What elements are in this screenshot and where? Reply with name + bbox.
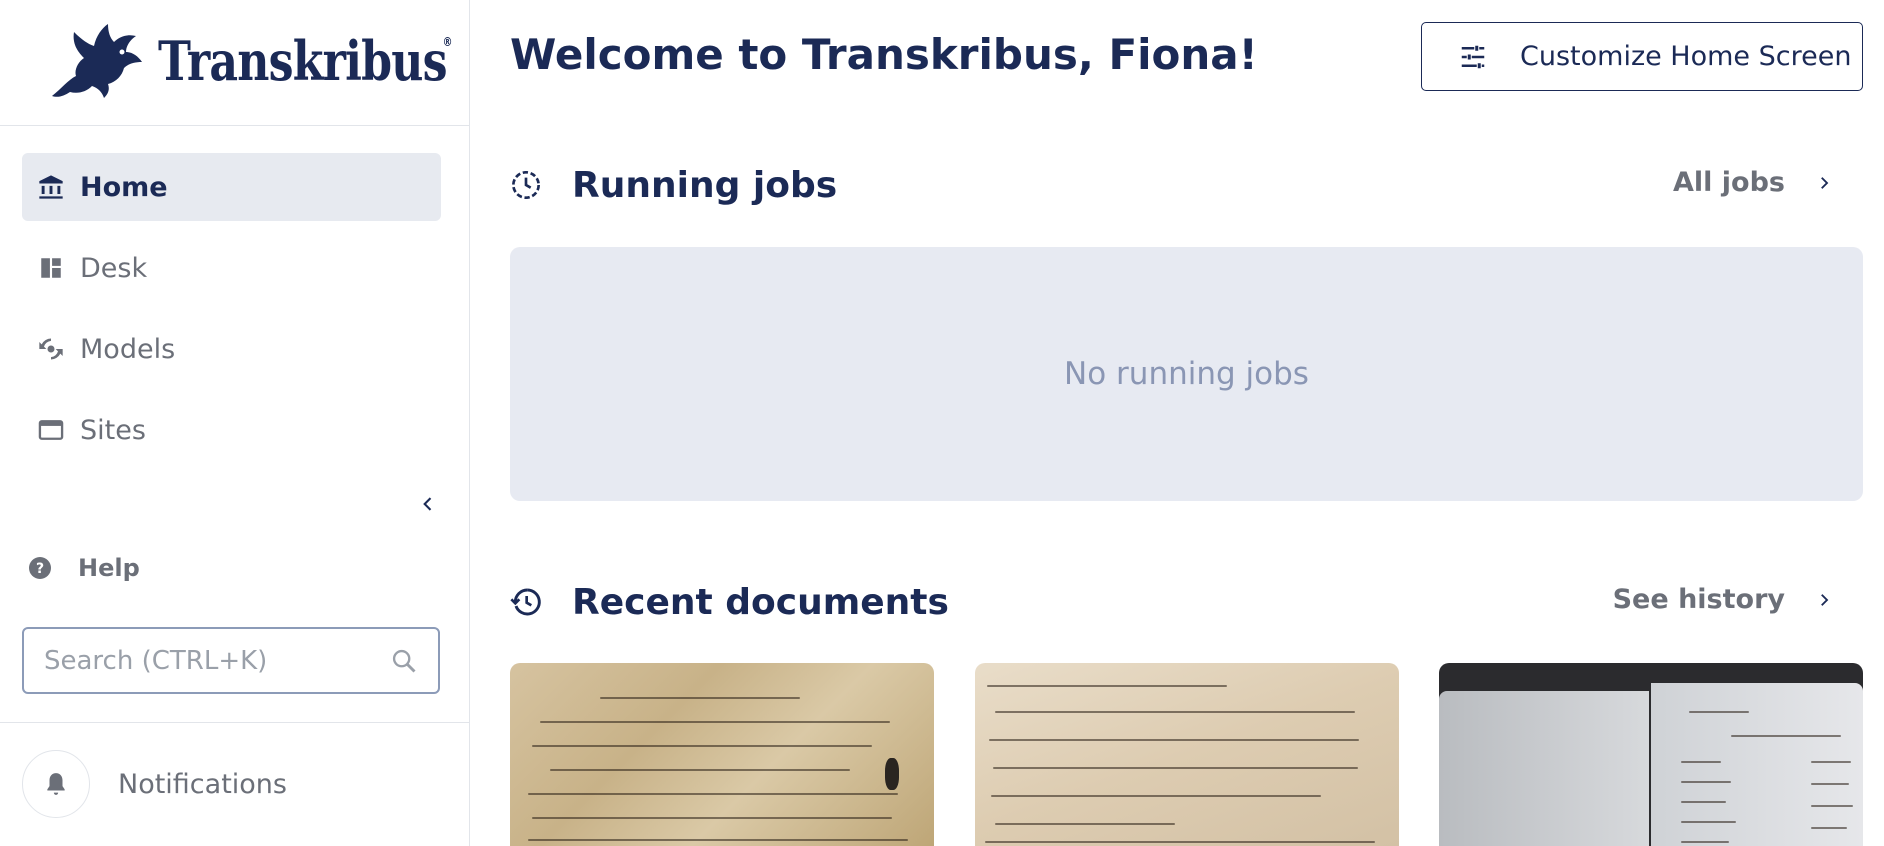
- sidebar-divider: [0, 722, 470, 723]
- history-icon: [510, 588, 541, 616]
- page-title: Welcome to Transkribus, Fiona!: [510, 30, 1258, 79]
- model-sync-icon: [36, 334, 66, 364]
- search-input[interactable]: [44, 645, 384, 676]
- help-label: Help: [78, 554, 140, 582]
- recent-document-thumbnail[interactable]: [975, 663, 1399, 846]
- search-box[interactable]: [22, 627, 440, 694]
- nav-item-desk[interactable]: Desk: [22, 234, 441, 302]
- see-history-label: See history: [1612, 584, 1785, 615]
- main-nav: Home Desk Models Sites: [22, 153, 441, 477]
- sidebar: Transkribus ® Home Desk Models Sites ? H…: [0, 0, 470, 846]
- customize-home-screen-button[interactable]: Customize Home Screen: [1421, 22, 1863, 91]
- logo-divider: [0, 125, 470, 126]
- running-jobs-panel: No running jobs: [510, 247, 1863, 501]
- window-icon: [36, 415, 66, 445]
- help-link[interactable]: ? Help: [28, 554, 140, 582]
- see-history-link[interactable]: See history: [1613, 584, 1833, 615]
- all-jobs-label: All jobs: [1672, 167, 1785, 198]
- nav-label-desk: Desk: [80, 252, 148, 284]
- logo-wordmark: Transkribus ®: [158, 29, 453, 93]
- nav-item-sites[interactable]: Sites: [22, 396, 441, 464]
- book-page-right: [1651, 683, 1863, 846]
- bank-icon: [36, 172, 66, 202]
- nav-label-home: Home: [80, 171, 168, 203]
- nav-label-sites: Sites: [80, 414, 146, 446]
- help-icon: ?: [29, 557, 51, 579]
- notifications-button[interactable]: Notifications: [22, 750, 287, 818]
- collapse-sidebar-button[interactable]: [414, 490, 442, 518]
- dashboard-icon: [36, 253, 66, 283]
- search-icon[interactable]: [390, 647, 418, 675]
- nav-item-models[interactable]: Models: [22, 315, 441, 383]
- winged-creature-logo-icon: [52, 24, 142, 98]
- customize-label: Customize Home Screen: [1520, 41, 1852, 72]
- all-jobs-link[interactable]: All jobs: [1673, 167, 1833, 198]
- notifications-icon-wrapper: [22, 750, 90, 818]
- recent-document-thumbnail[interactable]: [510, 663, 934, 846]
- nav-item-home[interactable]: Home: [22, 153, 441, 221]
- chevron-left-icon: [423, 497, 432, 511]
- chevron-right-icon: [1821, 176, 1829, 189]
- notifications-label: Notifications: [118, 768, 287, 800]
- svg-text:?: ?: [36, 561, 44, 577]
- running-jobs-header: Running jobs All jobs: [510, 163, 1863, 207]
- running-jobs-title: Running jobs: [572, 164, 838, 206]
- recent-documents-header: Recent documents See history: [510, 580, 1863, 624]
- nav-label-models: Models: [80, 333, 176, 365]
- book-page-left: [1439, 691, 1649, 846]
- bell-icon: [47, 773, 65, 795]
- main-content: Welcome to Transkribus, Fiona! Customize…: [471, 0, 1884, 846]
- tune-icon: [1461, 45, 1485, 68]
- clock-dashed-icon: [512, 171, 540, 199]
- recent-documents-title: Recent documents: [572, 581, 949, 623]
- no-running-jobs-text: No running jobs: [1064, 356, 1309, 392]
- transkribus-logo[interactable]: Transkribus ®: [48, 22, 510, 100]
- recent-document-thumbnail[interactable]: [1439, 663, 1863, 846]
- chevron-right-icon: [1821, 593, 1829, 606]
